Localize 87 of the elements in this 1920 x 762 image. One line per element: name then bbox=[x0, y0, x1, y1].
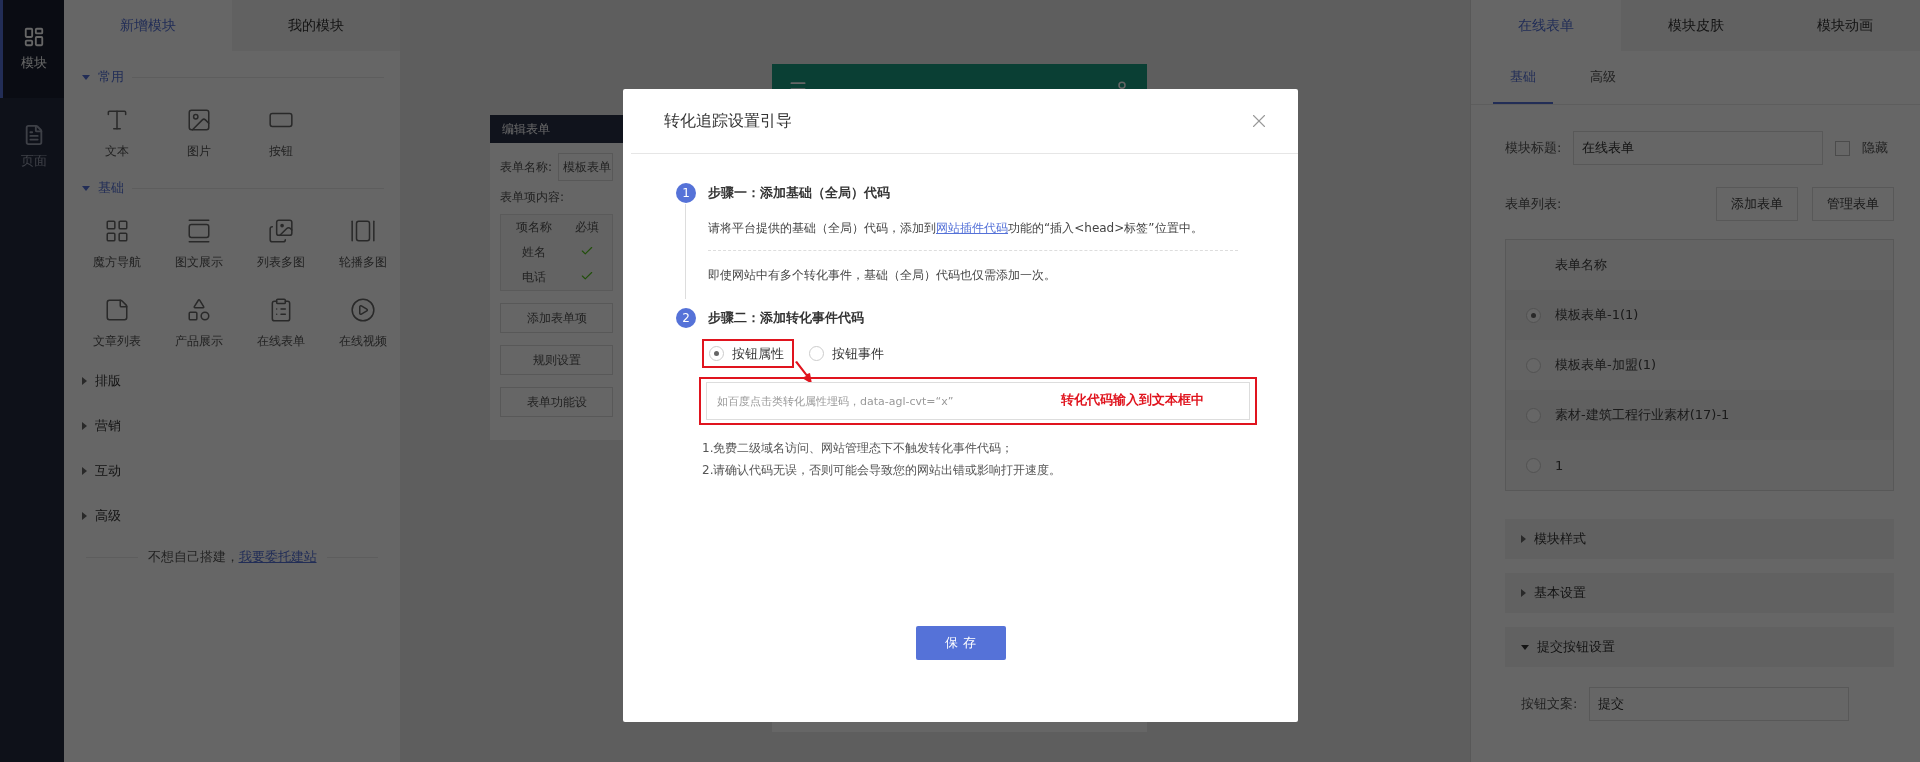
button-text-field[interactable]: 提交 bbox=[1589, 687, 1850, 721]
plugin-link[interactable]: 网站插件代码 bbox=[936, 221, 1008, 235]
radio-option[interactable]: 按钮属性 bbox=[702, 339, 794, 368]
column-header: 表单名称 bbox=[1555, 256, 1607, 274]
group-header[interactable]: 高级 bbox=[64, 493, 400, 538]
layout-icon bbox=[22, 26, 45, 48]
table-cell: 模板表单-1(1) bbox=[1555, 306, 1639, 324]
instruction-text: 请将平台提供的基础（全局）代码，添加到网站插件代码功能的“插入<head>标签”位置中。 bbox=[708, 220, 1204, 237]
note-icon bbox=[104, 297, 130, 323]
field-label: 表单项内容: bbox=[500, 189, 565, 206]
table-cell-text: 姓名 bbox=[521, 244, 547, 261]
caret-icon bbox=[82, 421, 87, 430]
module-item[interactable]: 轮播多图 bbox=[322, 216, 404, 273]
section-header[interactable]: 模块样式 bbox=[1505, 519, 1894, 559]
field-label: 按钮文案: bbox=[1521, 695, 1578, 713]
radio[interactable] bbox=[1526, 307, 1541, 323]
group-header[interactable]: 互动 bbox=[64, 448, 400, 493]
caret-icon bbox=[1521, 644, 1529, 650]
radio-option[interactable]: 按钮事件 bbox=[802, 339, 894, 368]
table-cell: 素材-建筑工程行业素材(17)-1 bbox=[1555, 406, 1730, 424]
title-field[interactable]: 在线表单 bbox=[1573, 131, 1824, 165]
caret-icon bbox=[82, 511, 87, 520]
list-button[interactable]: 管理表单 bbox=[1812, 187, 1894, 221]
play-icon bbox=[350, 297, 376, 323]
caret-icon bbox=[1521, 535, 1526, 543]
column-header: 项名称 bbox=[515, 219, 553, 236]
step-title: 步骤二：添加转化事件代码 bbox=[708, 309, 864, 327]
sub-tab[interactable]: 高级 bbox=[1573, 51, 1633, 104]
grid-icon bbox=[104, 218, 130, 244]
panel-tab[interactable]: 模块皮肤 bbox=[1620, 0, 1771, 51]
field-label: 表单名称: bbox=[500, 158, 553, 176]
sub-tab[interactable]: 基础 bbox=[1493, 51, 1553, 104]
column-header: 必填 bbox=[574, 219, 600, 236]
step-title: 步骤一：添加基础（全局）代码 bbox=[708, 184, 890, 202]
module-item[interactable]: 魔方导航 bbox=[76, 216, 158, 273]
images-icon bbox=[268, 218, 294, 244]
image-icon bbox=[186, 218, 212, 244]
module-item[interactable]: 列表多图 bbox=[240, 216, 322, 273]
module-item[interactable]: 产品展示 bbox=[158, 295, 240, 352]
module-item[interactable]: 图文展示 bbox=[158, 216, 240, 273]
module-item[interactable]: 文本 bbox=[76, 105, 158, 162]
radio[interactable] bbox=[809, 346, 824, 361]
footer-link[interactable]: 我要委托建站 bbox=[238, 549, 317, 564]
image-icon bbox=[186, 107, 212, 133]
annotation-text: 转化代码输入到文本框中 bbox=[1061, 391, 1204, 409]
panel-title: 编辑表单 bbox=[490, 115, 623, 143]
group-header[interactable]: 营销 bbox=[64, 403, 400, 448]
module-item[interactable]: 文章列表 bbox=[76, 295, 158, 352]
note-text: 2.请确认代码无误，否则可能会导致您的网站出错或影响打开速度。 bbox=[702, 462, 1063, 479]
module-item[interactable]: 在线表单 bbox=[240, 295, 322, 352]
panel-tab[interactable]: 我的模块 bbox=[232, 0, 400, 51]
step-number: 2 bbox=[676, 308, 696, 328]
note-text: 即使网站中有多个转化事件，基础（全局）代码也仅需添加一次。 bbox=[708, 267, 1057, 284]
group-header[interactable]: 排版 bbox=[64, 358, 400, 403]
name-field[interactable]: 模板表单 bbox=[558, 153, 613, 181]
section-header[interactable]: 基本设置 bbox=[1505, 573, 1894, 613]
list-button[interactable]: 添加表单 bbox=[1716, 187, 1798, 221]
group-header[interactable]: 常用 bbox=[64, 57, 400, 97]
caret-icon bbox=[82, 185, 90, 191]
field-label: 表单列表: bbox=[1505, 195, 1562, 213]
table-cell: 1 bbox=[1555, 457, 1564, 473]
field-label: 模块标题: bbox=[1505, 139, 1562, 157]
step-number: 1 bbox=[676, 183, 696, 203]
group-header[interactable]: 基础 bbox=[64, 168, 400, 208]
footer-text: 不想自己搭建，我要委托建站 bbox=[147, 548, 317, 566]
rail-item[interactable]: 模块 bbox=[0, 0, 64, 98]
dialog-title: 转化追踪设置引导 bbox=[664, 110, 792, 132]
checkbox-label: 隐藏 bbox=[1862, 139, 1889, 157]
module-item[interactable]: 在线视频 bbox=[322, 295, 404, 352]
caret-icon bbox=[82, 466, 87, 475]
table-cell-text: 电话 bbox=[521, 269, 547, 286]
save-button[interactable]: 保 存 bbox=[915, 626, 1006, 660]
module-item[interactable]: 按钮 bbox=[240, 105, 322, 162]
checkbox[interactable] bbox=[1835, 140, 1851, 156]
form-button[interactable]: 表单功能设 bbox=[500, 387, 613, 417]
caret-icon bbox=[1521, 589, 1526, 597]
caret-icon bbox=[82, 376, 87, 385]
module-item[interactable]: 图片 bbox=[158, 105, 240, 162]
panel-tab[interactable]: 模块动画 bbox=[1770, 0, 1920, 51]
table-cell: 模板表单-加盟(1) bbox=[1555, 356, 1657, 374]
caret-icon bbox=[82, 74, 90, 80]
section-header[interactable]: 提交按钮设置 bbox=[1505, 627, 1894, 667]
form-button[interactable]: 添加表单项 bbox=[500, 303, 613, 333]
shapes-icon bbox=[186, 297, 212, 323]
note-text: 1.免费二级域名访问、网站管理态下不触发转化事件代码； bbox=[702, 440, 1015, 457]
radio[interactable] bbox=[709, 346, 724, 361]
carousel-icon bbox=[350, 218, 376, 244]
